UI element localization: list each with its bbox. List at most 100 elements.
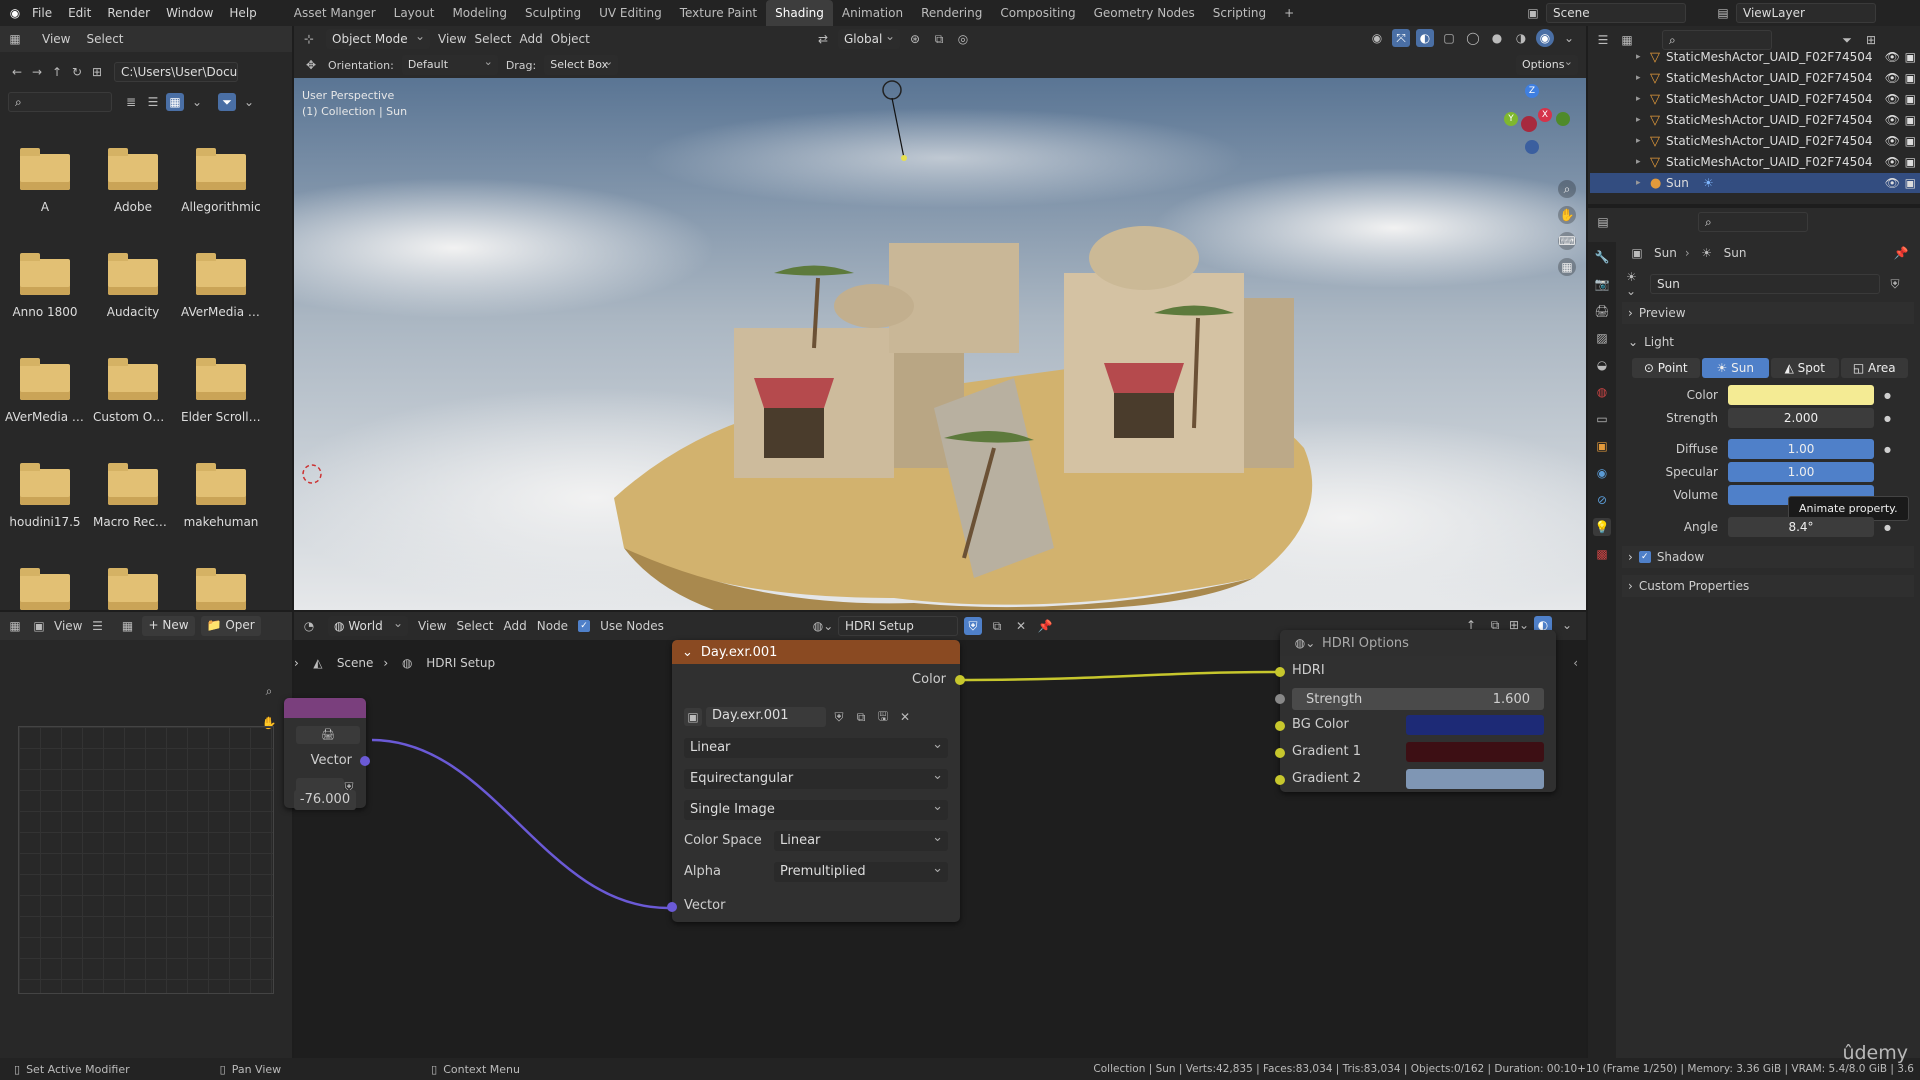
tool-tab-icon[interactable]: 🔧	[1593, 248, 1611, 266]
outliner-row[interactable]: ▸ ▽ StaticMeshActor_UAID_F02F74504 👁 ▣	[1590, 131, 1920, 151]
viewport-menu-select[interactable]: Select	[474, 32, 511, 46]
expand-icon[interactable]: ▸	[1636, 178, 1650, 188]
y-axis-icon[interactable]: Y	[1504, 112, 1518, 126]
tab-geometry-nodes[interactable]: Geometry Nodes	[1085, 0, 1204, 26]
light-datablock-name[interactable]: Sun	[1650, 274, 1880, 294]
expand-icon[interactable]: ▸	[1636, 73, 1650, 83]
view-layer-icon[interactable]: ▤	[1714, 4, 1732, 22]
image-texture-node[interactable]: ⌄ Day.exr.001 Color ▣ Day.exr.001 ⛨ ⧉ 🖫 …	[667, 640, 965, 922]
render-tab-icon[interactable]: 📷	[1593, 275, 1611, 293]
tab-shading[interactable]: Shading	[766, 0, 833, 26]
chevron-down-icon[interactable]: ⌄	[1558, 616, 1576, 634]
eye-icon[interactable]: 👁	[1885, 176, 1900, 190]
tab-compositing[interactable]: Compositing	[991, 0, 1084, 26]
viewport-3d[interactable]: User Perspective (1) Collection | Sun Z …	[294, 78, 1586, 610]
image-name-field[interactable]: Day.exr.001	[706, 707, 826, 727]
folder-item[interactable]: houdini17.5	[5, 463, 85, 529]
menu-edit[interactable]: Edit	[60, 0, 99, 26]
orientation-dropdown[interactable]: Default	[401, 55, 498, 75]
file-menu-select[interactable]: Select	[86, 32, 123, 46]
output-tab-icon[interactable]: 🖨	[1593, 302, 1611, 320]
close-icon[interactable]: ✕	[1012, 617, 1030, 635]
vector-input-socket[interactable]	[667, 902, 677, 912]
chevron-down-icon[interactable]: ⌄	[240, 93, 258, 111]
properties-search-input[interactable]: ⌕	[1698, 212, 1808, 232]
keyframe-dot-icon[interactable]: ●	[1884, 445, 1891, 454]
light-type-point[interactable]: ⊙ Point	[1632, 358, 1700, 378]
duplicate-icon[interactable]: ⧉	[852, 708, 870, 726]
object-tab-icon[interactable]: ▣	[1593, 437, 1611, 455]
bg-color-input-socket[interactable]	[1275, 721, 1285, 731]
chevron-down-icon[interactable]: ⌄	[188, 93, 206, 111]
gizmo-toggle-icon[interactable]: ⤧	[1392, 29, 1410, 47]
fake-user-shield-icon[interactable]: ⛨	[1886, 275, 1904, 293]
file-menu-view[interactable]: View	[42, 32, 70, 46]
folder-item[interactable]: Custom Offic...	[93, 358, 173, 424]
expand-icon[interactable]: ▸	[1636, 115, 1650, 125]
light-type-spot[interactable]: ◭ Spot	[1771, 358, 1839, 378]
filter-icon[interactable]: ⏷	[218, 93, 236, 111]
editor-type-icon[interactable]: ▦	[6, 617, 24, 635]
light-panel-header[interactable]: ⌄ Light	[1622, 331, 1914, 353]
snap-icon[interactable]: ⧉	[930, 30, 948, 48]
image-browse-icon[interactable]: ▣	[684, 708, 702, 726]
gradient2-input-socket[interactable]	[1275, 775, 1285, 785]
move-tool-icon[interactable]: ✥	[302, 56, 320, 74]
light-datablock-icon[interactable]: ☀⌄	[1626, 270, 1644, 298]
folder-item[interactable]	[181, 568, 261, 610]
outliner-row[interactable]: ▸ ▽ StaticMeshActor_UAID_F02F74504 👁 ▣	[1590, 89, 1920, 109]
folder-item[interactable]	[5, 568, 85, 610]
wireframe-shading-icon[interactable]: ◯	[1464, 29, 1482, 47]
expand-icon[interactable]: ▸	[1636, 136, 1650, 146]
outliner-row[interactable]: ▸ ▽ StaticMeshActor_UAID_F02F74504 👁 ▣	[1590, 110, 1920, 130]
back-icon[interactable]: ←	[8, 63, 26, 81]
image-menu-view[interactable]: View	[54, 619, 82, 633]
hdri-input-socket[interactable]	[1275, 667, 1285, 677]
tab-sculpting[interactable]: Sculpting	[516, 0, 590, 26]
add-workspace-button[interactable]: +	[1275, 0, 1303, 26]
node-menu-view[interactable]: View	[418, 619, 446, 633]
folder-item[interactable]: AVerMedia C...	[5, 358, 85, 424]
node-menu-node[interactable]: Node	[537, 619, 568, 633]
zoom-icon[interactable]: ⌕	[1558, 180, 1576, 198]
forward-icon[interactable]: →	[28, 63, 46, 81]
bg-color-swatch[interactable]	[1406, 715, 1544, 735]
tab-modeling[interactable]: Modeling	[443, 0, 516, 26]
save-image-icon[interactable]: 🖫	[874, 708, 892, 726]
preview-panel-header[interactable]: › Preview	[1622, 302, 1914, 324]
pin-icon[interactable]: 📌	[1892, 244, 1910, 262]
shadow-checkbox[interactable]: ✓	[1638, 551, 1651, 563]
pivot-icon[interactable]: ⊛	[906, 30, 924, 48]
world-tab-icon[interactable]: ◍	[1593, 383, 1611, 401]
node-value-field[interactable]: -76.000	[294, 790, 356, 810]
tab-scripting[interactable]: Scripting	[1204, 0, 1275, 26]
viewport-menu-object[interactable]: Object	[551, 32, 590, 46]
light-data-tab-icon[interactable]: 💡	[1593, 518, 1611, 536]
material-shading-icon[interactable]: ◑	[1512, 29, 1530, 47]
sidebar-toggle-icon[interactable]: ‹	[1573, 656, 1578, 670]
constraints-tab-icon[interactable]: ⊘	[1593, 491, 1611, 509]
editor-type-icon[interactable]: ▦	[6, 30, 24, 48]
thumbnail-view-icon[interactable]: ▦	[166, 93, 184, 111]
folder-item[interactable]: AVerMedia A...	[181, 253, 261, 319]
mode-dropdown[interactable]: Object Mode	[326, 29, 430, 49]
pan-hand-icon[interactable]: ✋	[1558, 206, 1576, 224]
ortho-toggle-icon[interactable]: ▦	[1558, 258, 1576, 276]
outliner-row[interactable]: ▸ ▽ StaticMeshActor_UAID_F02F74504 👁 ▣	[1590, 47, 1920, 67]
tab-asset-manager[interactable]: Asset Manger	[285, 0, 385, 26]
node-editor-canvas[interactable]: › ◭ Scene › ◍ HDRI Setup 🖨 Vector ⛨ -76.…	[284, 630, 1586, 1058]
pin-icon[interactable]: 📌	[1036, 617, 1054, 635]
eye-icon[interactable]: 👁	[1885, 92, 1900, 106]
scene-icon[interactable]: ▣	[1524, 4, 1542, 22]
texture-tab-icon[interactable]: ▩	[1593, 545, 1611, 563]
folder-item[interactable]	[93, 568, 173, 610]
duplicate-icon[interactable]: ⧉	[988, 617, 1006, 635]
viewport-menu-view[interactable]: View	[438, 32, 466, 46]
folder-item[interactable]: Elder Scrolls ...	[181, 358, 261, 424]
detail-view-icon[interactable]: ☰	[144, 93, 162, 111]
hdri-strength-field[interactable]: Strength 1.600	[1292, 688, 1544, 710]
render-toggle-icon[interactable]: ▣	[1905, 92, 1916, 106]
view-layer-tab-icon[interactable]: ▨	[1593, 329, 1611, 347]
properties-editor-icon[interactable]: ▤	[1594, 213, 1612, 231]
render-toggle-icon[interactable]: ▣	[1905, 176, 1916, 190]
